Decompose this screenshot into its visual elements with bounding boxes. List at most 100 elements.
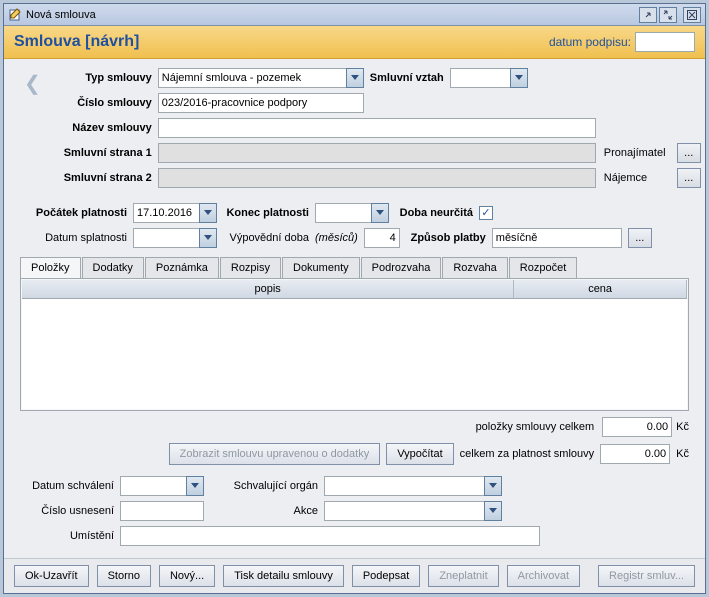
- splatnost-label: Datum splatnosti: [20, 232, 133, 244]
- datum-schvaleni-label: Datum schválení: [20, 480, 120, 492]
- strana2-browse-button[interactable]: ...: [677, 168, 701, 188]
- window-title: Nová smlouva: [26, 9, 637, 21]
- chevron-down-icon[interactable]: [186, 476, 204, 496]
- items-total-value: [602, 417, 672, 437]
- vypovedni-unit: (měsíců): [315, 232, 364, 244]
- chevron-down-icon[interactable]: [346, 68, 364, 88]
- pocatek-input[interactable]: [133, 203, 199, 223]
- neurcita-label: Doba neurčitá: [389, 207, 479, 219]
- novy-button[interactable]: Nový...: [159, 565, 215, 587]
- cislo-smlouvy-label: Číslo smlouvy: [53, 97, 158, 109]
- smluvni-vztah-input[interactable]: [450, 68, 510, 88]
- strana1-input: [158, 143, 596, 163]
- window: Nová smlouva Smlouva [návrh] datum podpi…: [3, 3, 706, 594]
- maximize-button[interactable]: [659, 7, 677, 23]
- tab-rozpisy[interactable]: Rozpisy: [220, 257, 281, 278]
- tab-rozvaha[interactable]: Rozvaha: [442, 257, 507, 278]
- calc-button[interactable]: Vypočítat: [386, 443, 453, 465]
- chevron-down-icon[interactable]: [199, 203, 217, 223]
- grid-header: popis cena: [22, 280, 687, 299]
- usneseni-input[interactable]: [120, 501, 204, 521]
- col-popis[interactable]: popis: [22, 280, 514, 298]
- umisteni-input[interactable]: [120, 526, 540, 546]
- ok-button[interactable]: Ok-Uzavřít: [14, 565, 89, 587]
- organ-combo[interactable]: [324, 476, 502, 496]
- strana2-role: Nájemce: [596, 172, 671, 184]
- pocatek-label: Počátek platnosti: [20, 207, 133, 219]
- header-band: Smlouva [návrh] datum podpisu:: [4, 26, 705, 59]
- vypovedni-input[interactable]: [364, 228, 400, 248]
- datum-schvaleni-input[interactable]: [120, 476, 186, 496]
- smluvni-vztah-combo[interactable]: [450, 68, 528, 88]
- sign-date-input[interactable]: [635, 32, 695, 52]
- page-title: Smlouva [návrh]: [14, 33, 549, 51]
- splatnost-combo[interactable]: [133, 228, 217, 248]
- tab-polozky[interactable]: Položky: [20, 257, 81, 278]
- typ-smlouvy-combo[interactable]: [158, 68, 364, 88]
- konec-input: [315, 203, 371, 223]
- typ-smlouvy-label: Typ smlouvy: [53, 72, 158, 84]
- typ-smlouvy-input[interactable]: [158, 68, 346, 88]
- show-amend-button[interactable]: Zobrazit smlouvu upravenou o dodatky: [169, 443, 381, 465]
- datum-schvaleni-combo[interactable]: [120, 476, 204, 496]
- cislo-smlouvy-input[interactable]: [158, 93, 364, 113]
- splatnost-input[interactable]: [133, 228, 199, 248]
- organ-input[interactable]: [324, 476, 484, 496]
- zneplatnit-button[interactable]: Zneplatnit: [428, 565, 498, 587]
- validity-total-value: [600, 444, 670, 464]
- items-total-label: položky smlouvy celkem: [476, 421, 599, 433]
- akce-input[interactable]: [324, 501, 484, 521]
- chevron-down-icon[interactable]: [371, 203, 389, 223]
- tab-poznamka[interactable]: Poznámka: [145, 257, 219, 278]
- prev-arrow-icon[interactable]: ❮: [20, 67, 45, 100]
- storno-button[interactable]: Storno: [97, 565, 151, 587]
- grid-body[interactable]: [22, 299, 687, 409]
- chevron-down-icon[interactable]: [199, 228, 217, 248]
- zpusob-label: Způsob platby: [400, 232, 492, 244]
- strana1-label: Smluvní strana 1: [53, 147, 158, 159]
- konec-label: Konec platnosti: [217, 207, 315, 219]
- umisteni-label: Umístění: [20, 530, 120, 542]
- strana2-input: [158, 168, 596, 188]
- organ-label: Schvalující orgán: [204, 480, 324, 492]
- strana1-role: Pronajímatel: [596, 147, 671, 159]
- chevron-down-icon[interactable]: [484, 501, 502, 521]
- akce-combo[interactable]: [324, 501, 502, 521]
- akce-label: Akce: [204, 505, 324, 517]
- tisk-button[interactable]: Tisk detailu smlouvy: [223, 565, 344, 587]
- titlebar: Nová smlouva: [4, 4, 705, 26]
- strana2-label: Smluvní strana 2: [53, 172, 158, 184]
- tab-panel: popis cena: [20, 278, 689, 411]
- content: ❮ Typ smlouvy Smluvní vztah Číslo smlo: [4, 59, 705, 558]
- konec-combo[interactable]: [315, 203, 389, 223]
- currency-label-2: Kč: [676, 448, 689, 460]
- nazev-smlouvy-label: Název smlouvy: [53, 122, 158, 134]
- zpusob-browse-button[interactable]: ...: [628, 228, 652, 248]
- sign-date-label: datum podpisu:: [549, 35, 631, 49]
- vypovedni-label: Výpovědní doba: [217, 232, 315, 244]
- pocatek-combo[interactable]: [133, 203, 217, 223]
- tabs: Položky Dodatky Poznámka Rozpisy Dokumen…: [20, 257, 689, 278]
- zpusob-input[interactable]: [492, 228, 622, 248]
- strana1-browse-button[interactable]: ...: [677, 143, 701, 163]
- detach-button[interactable]: [639, 7, 657, 23]
- tab-podrozvaha[interactable]: Podrozvaha: [361, 257, 442, 278]
- podepsat-button[interactable]: Podepsat: [352, 565, 420, 587]
- chevron-down-icon[interactable]: [510, 68, 528, 88]
- chevron-down-icon[interactable]: [484, 476, 502, 496]
- registr-button[interactable]: Registr smluv...: [598, 565, 695, 587]
- nazev-smlouvy-input[interactable]: [158, 118, 596, 138]
- tab-dodatky[interactable]: Dodatky: [82, 257, 144, 278]
- usneseni-label: Číslo usnesení: [20, 505, 120, 517]
- bottom-bar: Ok-Uzavřít Storno Nový... Tisk detailu s…: [4, 558, 705, 593]
- validity-total-label: celkem za platnost smlouvy: [460, 448, 595, 460]
- col-cena[interactable]: cena: [514, 280, 687, 298]
- archivovat-button[interactable]: Archivovat: [507, 565, 580, 587]
- smluvni-vztah-label: Smluvní vztah: [364, 72, 450, 84]
- tab-rozpocet[interactable]: Rozpočet: [509, 257, 577, 278]
- close-button[interactable]: [683, 7, 701, 23]
- currency-label: Kč: [676, 421, 689, 433]
- neurcita-checkbox[interactable]: [479, 206, 493, 220]
- edit-icon: [8, 8, 22, 22]
- tab-dokumenty[interactable]: Dokumenty: [282, 257, 360, 278]
